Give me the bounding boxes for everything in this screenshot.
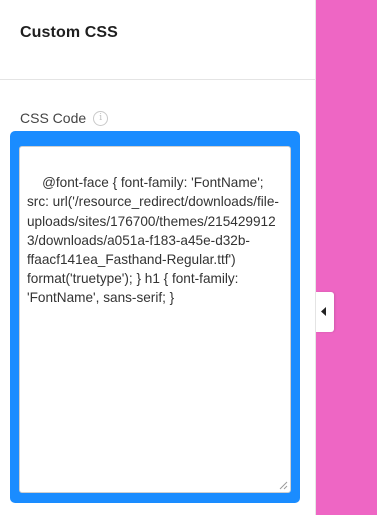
custom-css-panel: Custom CSS CSS Code i @font-face { font-… [0, 0, 316, 515]
panel-title: Custom CSS [20, 24, 118, 41]
info-icon[interactable]: i [93, 111, 109, 126]
css-code-text: @font-face { font-family: 'FontName'; sr… [27, 175, 279, 306]
chevron-left-icon [321, 307, 326, 316]
resize-handle-icon[interactable] [279, 481, 288, 490]
css-code-textarea[interactable]: @font-face { font-family: 'FontName'; sr… [19, 146, 291, 493]
site-preview-area [316, 0, 377, 515]
collapse-panel-button[interactable] [316, 292, 334, 332]
panel-header: Custom CSS [0, 0, 315, 80]
css-code-label: CSS Code [20, 109, 87, 126]
css-code-label-row: CSS Code i [20, 109, 109, 126]
